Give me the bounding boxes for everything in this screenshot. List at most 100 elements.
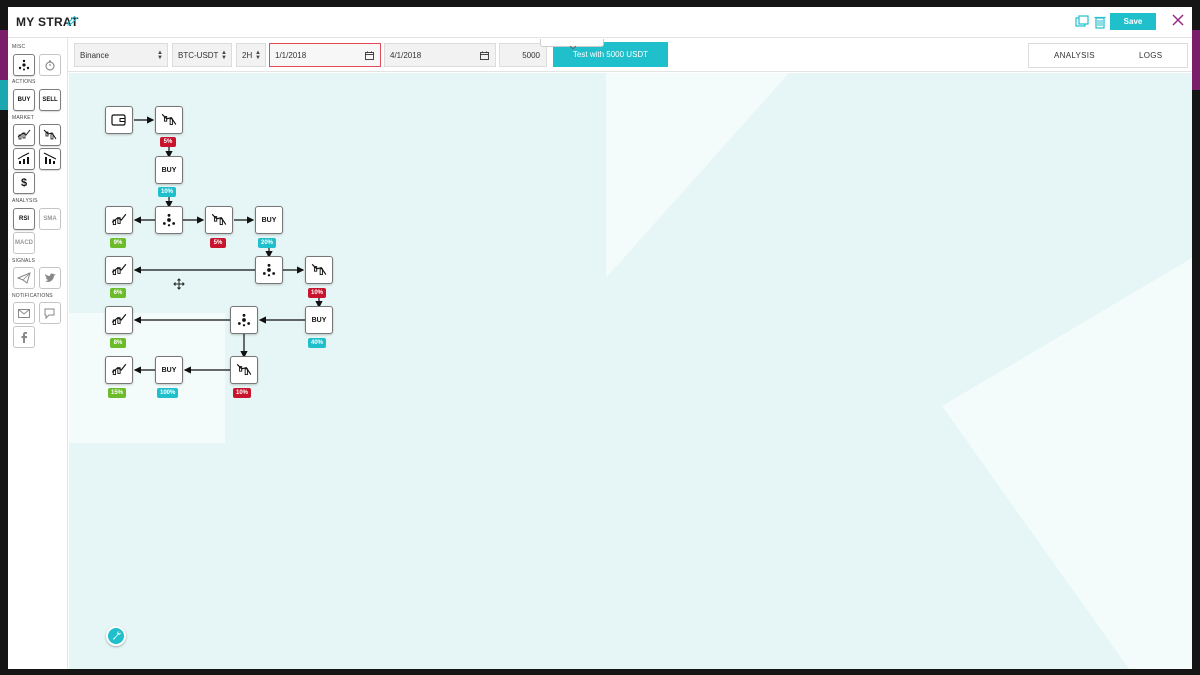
section-label-misc: MISC xyxy=(12,44,26,50)
wallet-icon xyxy=(111,114,126,126)
settings-fab[interactable] xyxy=(106,626,126,646)
flow-node-wallet[interactable] xyxy=(105,106,133,134)
palette-trend-down-block[interactable] xyxy=(39,148,61,170)
flow-node-split[interactable] xyxy=(255,256,283,284)
trash-icon[interactable] xyxy=(1092,14,1108,30)
weight-badge: 15% xyxy=(108,388,127,398)
flow-node-buy[interactable]: BUY xyxy=(155,156,183,184)
twitter-icon xyxy=(45,273,56,282)
collapse-controls-toggle[interactable] xyxy=(540,39,604,50)
section-label-signals: SIGNALS xyxy=(12,258,36,264)
pencil-icon[interactable] xyxy=(65,14,79,28)
backtest-controls: Binance ▲ ▼ BTC-USDT ▲ ▼ 2H ▲ ▼ 1/1/2018 4/… xyxy=(68,38,1192,72)
weight-badge: 10% xyxy=(233,388,252,398)
palette-telegram-block[interactable] xyxy=(13,267,35,289)
duplicate-icon[interactable] xyxy=(1074,14,1090,30)
candles-up-icon xyxy=(111,313,127,326)
section-label-market: MARKET xyxy=(12,115,35,121)
palette-split-block[interactable] xyxy=(13,54,35,76)
backdrop-accent xyxy=(1192,30,1200,90)
palette-email-block[interactable] xyxy=(13,302,35,324)
palette-chat-block[interactable] xyxy=(39,302,61,324)
palette-facebook-block[interactable] xyxy=(13,326,35,348)
pair-value: BTC-USDT xyxy=(178,50,219,60)
chevron-down-icon xyxy=(569,45,577,50)
candles-up-icon xyxy=(111,263,127,276)
flow-node-market-up[interactable] xyxy=(105,306,133,334)
weight-badge: 6% xyxy=(110,288,126,298)
palette-buy-block[interactable]: BUY xyxy=(13,89,35,111)
split-icon xyxy=(237,313,251,327)
pair-select[interactable]: BTC-USDT ▲ ▼ xyxy=(172,43,232,67)
candles-down-icon xyxy=(236,363,252,376)
weight-badge: 5% xyxy=(160,137,176,147)
flow-node-market-down[interactable] xyxy=(230,356,258,384)
palette-timer-block[interactable] xyxy=(39,54,61,76)
section-label-actions: ACTIONS xyxy=(12,79,36,85)
section-label-analysis: ANALYSIS xyxy=(12,198,38,204)
candles-down-icon xyxy=(43,129,57,140)
start-date-value: 1/1/2018 xyxy=(275,50,307,60)
weight-badge: 5% xyxy=(210,238,226,248)
strategy-editor-modal: MY STRAT Save MISC ACTIONS BUY SELL MARK… xyxy=(8,7,1192,669)
facebook-icon xyxy=(21,332,27,343)
start-date-input[interactable]: 1/1/2018 xyxy=(269,43,381,67)
select-arrows-icon: ▲ ▼ xyxy=(157,50,163,61)
title-bar: MY STRAT Save xyxy=(8,7,1192,37)
palette-macd-block[interactable]: MACD xyxy=(13,232,35,254)
backdrop-accent xyxy=(0,80,8,110)
palette-trend-up-block[interactable] xyxy=(13,148,35,170)
candles-down-icon xyxy=(211,213,227,226)
flow-node-split[interactable] xyxy=(155,206,183,234)
flow-node-market-up[interactable] xyxy=(105,206,133,234)
exchange-select[interactable]: Binance ▲ ▼ xyxy=(74,43,168,67)
amount-input[interactable]: 5000 xyxy=(499,43,547,67)
tab-logs[interactable]: LOGS xyxy=(1139,51,1162,60)
end-date-value: 4/1/2018 xyxy=(390,50,422,60)
strategy-canvas[interactable]: 5% BUY 10% 9% 5% BUY 20% 6% 10% 8% BUY 4… xyxy=(69,73,1192,669)
end-date-input[interactable]: 4/1/2018 xyxy=(384,43,496,67)
split-icon xyxy=(162,213,176,227)
candles-down-icon xyxy=(311,263,327,276)
palette-rsi-block[interactable]: RSI xyxy=(13,208,35,230)
palette-market-up-block[interactable] xyxy=(13,124,35,146)
close-icon[interactable] xyxy=(1171,13,1185,27)
flow-node-market-down[interactable] xyxy=(305,256,333,284)
palette-sma-block[interactable]: SMA xyxy=(39,208,61,230)
flow-node-buy[interactable]: BUY xyxy=(305,306,333,334)
interval-select[interactable]: 2H ▲ ▼ xyxy=(236,43,266,67)
tab-analysis[interactable]: ANALYSIS xyxy=(1054,51,1095,60)
palette-market-down-block[interactable] xyxy=(39,124,61,146)
weight-badge: 10% xyxy=(308,288,327,298)
palette-price-block[interactable]: $ xyxy=(13,172,35,194)
result-tabs: ANALYSIS LOGS xyxy=(1028,43,1188,68)
palette-twitter-block[interactable] xyxy=(39,267,61,289)
flow-node-market-down[interactable] xyxy=(205,206,233,234)
candles-up-icon xyxy=(111,213,127,226)
telegram-icon xyxy=(17,272,31,284)
flow-node-buy[interactable]: BUY xyxy=(255,206,283,234)
weight-badge: 40% xyxy=(308,338,327,348)
calendar-icon[interactable] xyxy=(365,51,374,60)
weight-badge: 9% xyxy=(110,238,126,248)
stopwatch-icon xyxy=(45,60,55,71)
flow-node-buy[interactable]: BUY xyxy=(155,356,183,384)
mail-icon xyxy=(18,309,30,318)
flow-node-market-up[interactable] xyxy=(105,256,133,284)
chat-bubble-icon xyxy=(44,308,55,320)
weight-badge: 10% xyxy=(158,187,177,197)
candles-up-icon xyxy=(111,363,127,376)
save-button[interactable]: Save xyxy=(1110,13,1156,30)
weight-badge: 100% xyxy=(157,388,179,398)
calendar-icon[interactable] xyxy=(480,51,489,60)
split-icon xyxy=(262,263,276,277)
candles-up-icon xyxy=(17,129,31,140)
flow-node-split[interactable] xyxy=(230,306,258,334)
section-label-notifications: NOTIFICATIONS xyxy=(12,293,53,299)
bars-up-icon xyxy=(17,152,30,164)
flow-node-market-down[interactable] xyxy=(155,106,183,134)
palette-sell-block[interactable]: SELL xyxy=(39,89,61,111)
weight-badge: 20% xyxy=(258,238,277,248)
bars-down-icon xyxy=(43,152,57,164)
flow-node-market-up[interactable] xyxy=(105,356,133,384)
